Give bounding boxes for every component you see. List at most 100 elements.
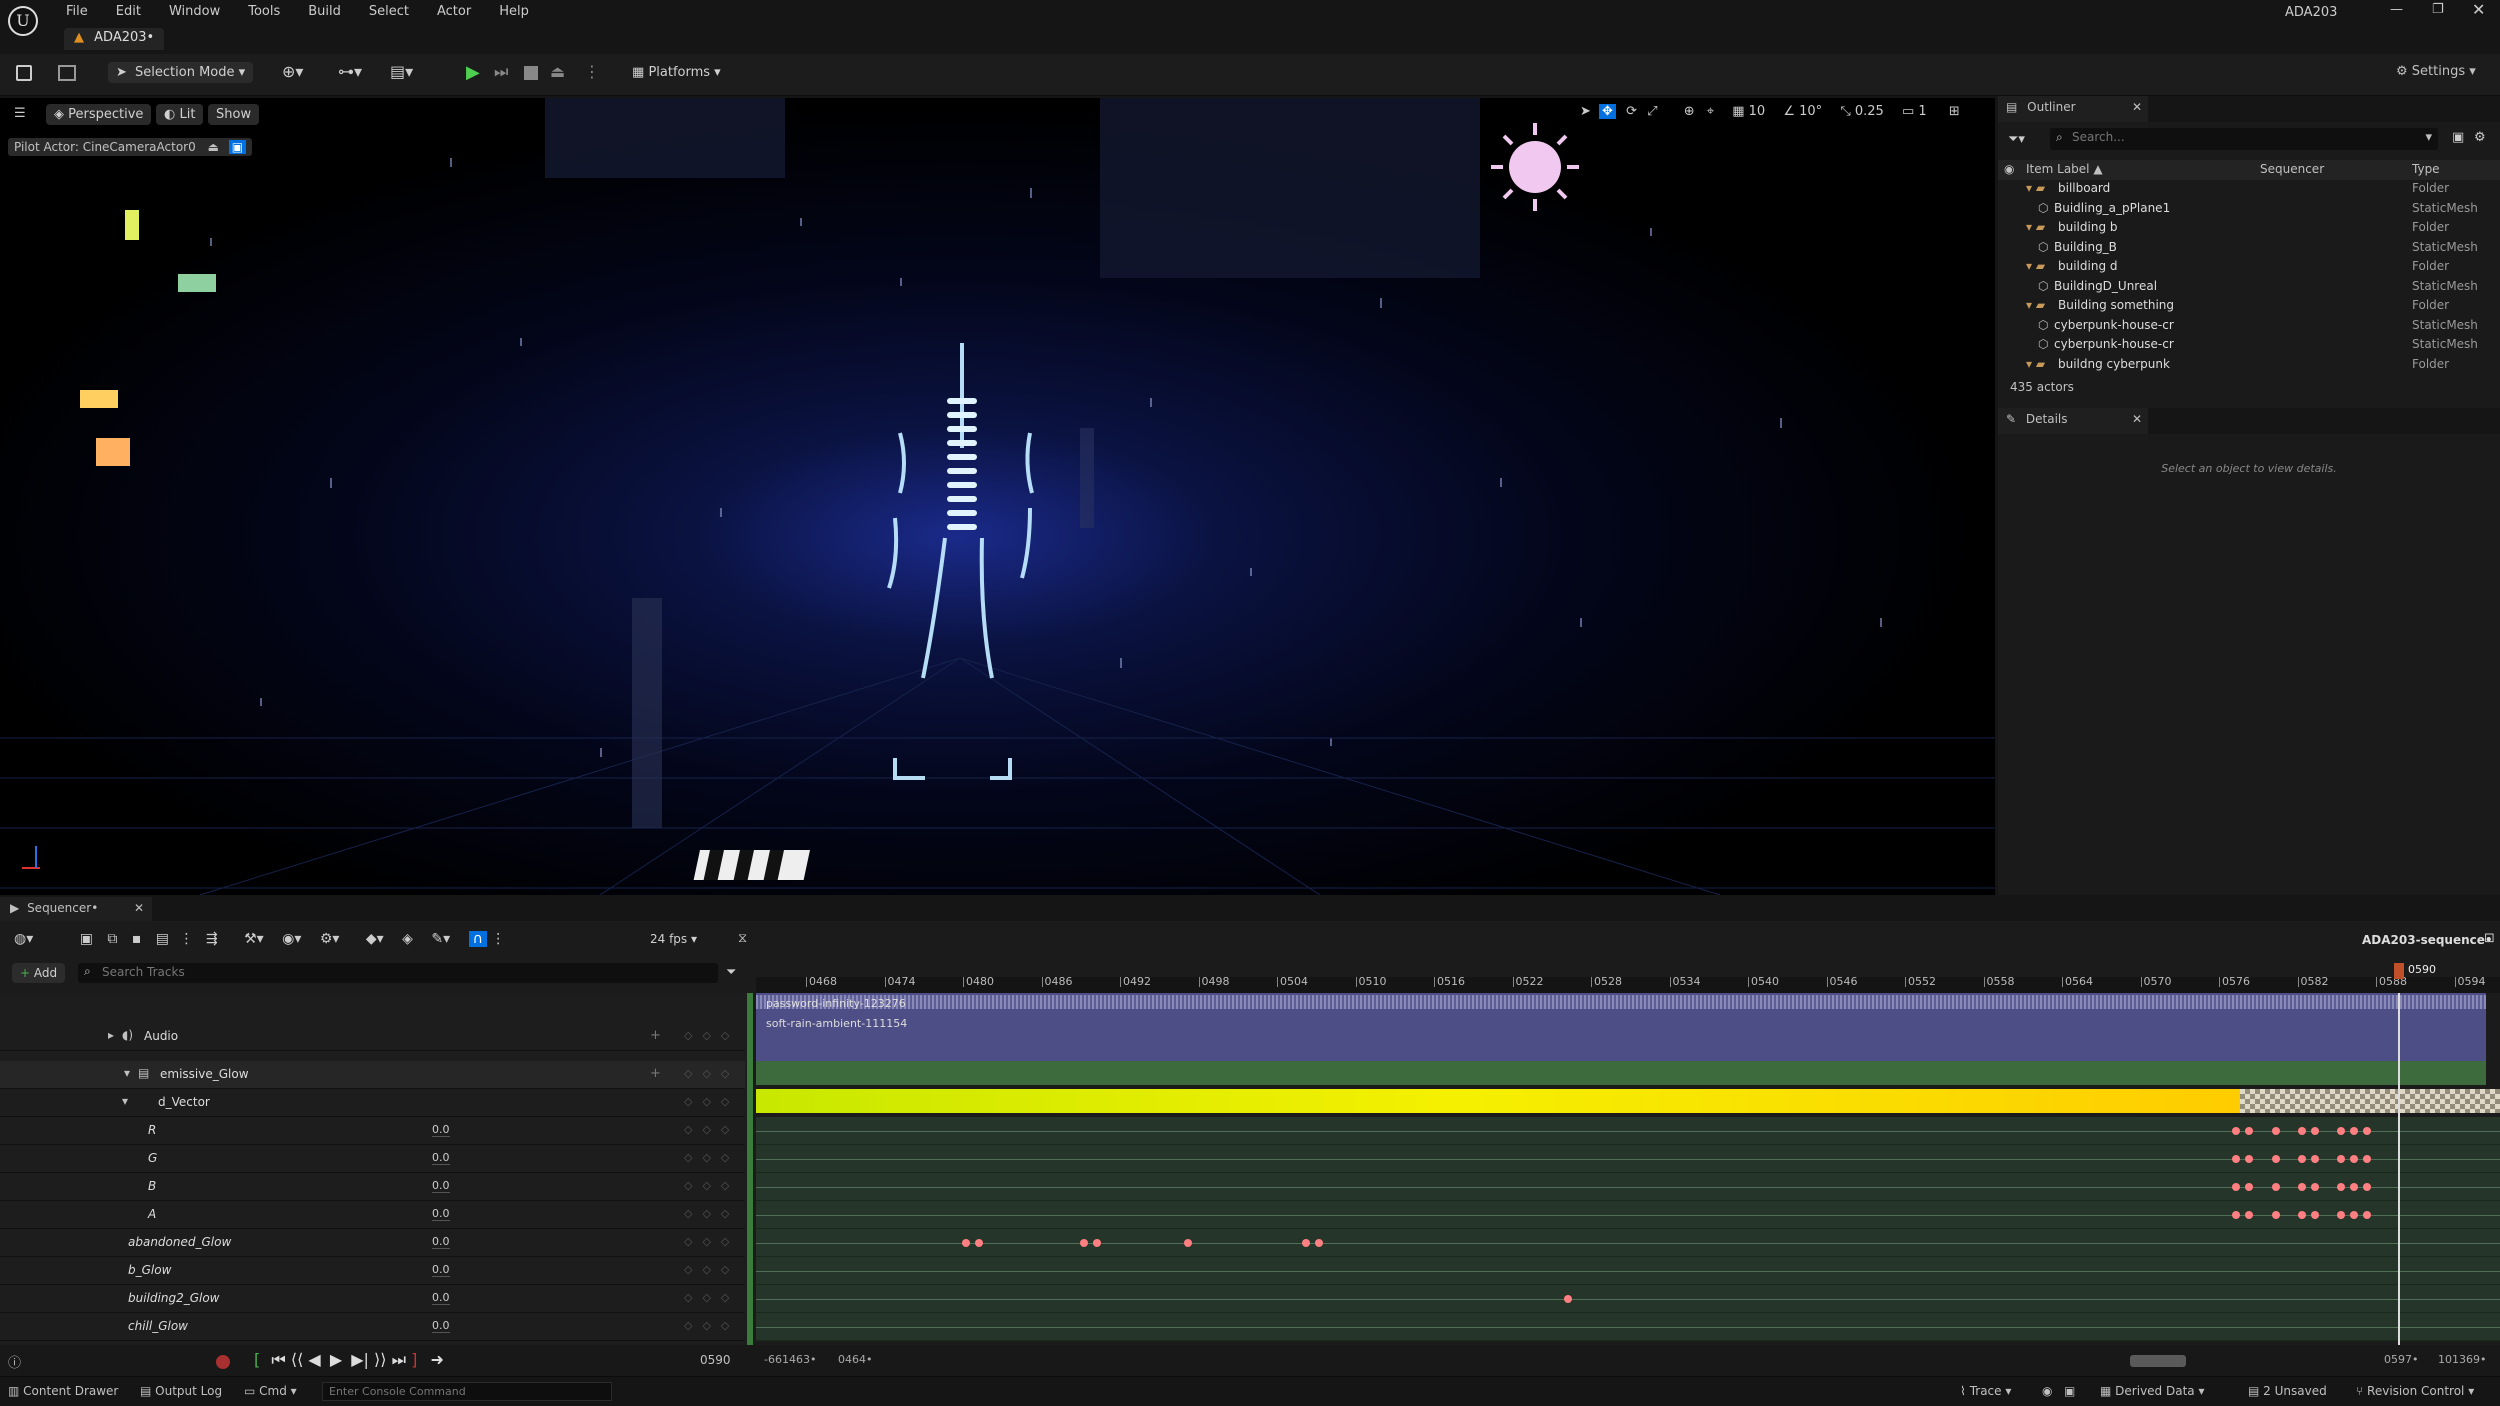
close-icon[interactable]: ✕ (2132, 100, 2142, 114)
magnet-options-icon[interactable]: ⋮ (491, 931, 505, 947)
prev-key-icon[interactable]: ⟨⟨ (291, 1350, 303, 1369)
key-lane[interactable] (756, 1229, 2500, 1257)
key-lane[interactable] (756, 1313, 2500, 1341)
keyframe[interactable] (1092, 1239, 1101, 1247)
keyframe-nav-icons[interactable]: ◇◇◇ (684, 1123, 739, 1136)
track-row[interactable]: emissive_Glow ▾ ▤ + ◇◇◇ (0, 1061, 745, 1089)
keyframe-nav-icons[interactable]: ◇◇◇ (684, 1235, 739, 1248)
range-end-field[interactable]: 101369• (2438, 1353, 2486, 1366)
visibility-icon[interactable]: ◉ (2004, 162, 2014, 176)
copy-icon[interactable]: ⧉ (107, 931, 117, 947)
range-in-field[interactable]: 0464• (838, 1353, 872, 1366)
outliner-row[interactable]: ▾ ▰ billboard Folder (1998, 180, 2498, 199)
track-value[interactable]: 0.0 (432, 1235, 450, 1249)
keyframe[interactable] (2350, 1155, 2359, 1163)
keyframe[interactable] (2363, 1183, 2372, 1191)
record-status-icon[interactable]: ◉ (2042, 1384, 2052, 1398)
keyframe[interactable] (1315, 1239, 1324, 1247)
keyframe-nav-icons[interactable]: ◇◇◇ (684, 1319, 739, 1332)
camera-lock-icon[interactable]: ▣ (228, 140, 247, 154)
expand-arrow-icon[interactable]: ▸ (108, 1028, 114, 1042)
rotation-snap-icon[interactable]: ∠ (1783, 104, 1795, 119)
keyframe[interactable] (2350, 1127, 2359, 1135)
lock-icon[interactable]: ⊡ (2484, 931, 2495, 946)
keyframe[interactable] (2350, 1211, 2359, 1219)
menu-help[interactable]: Help (499, 4, 529, 19)
loop-icon[interactable]: ➜ (430, 1350, 443, 1369)
lit-button[interactable]: ◐ Lit (156, 104, 204, 125)
track-value[interactable]: 0.0 (432, 1207, 450, 1221)
eject-icon[interactable]: ⏏ (550, 62, 565, 81)
derived-data-button[interactable]: ▦ Derived Data ▾ (2100, 1384, 2204, 1398)
keyframe-nav-icons[interactable]: ◇◇◇ (684, 1291, 739, 1304)
expand-arrow-icon[interactable]: ▾ (124, 1066, 130, 1080)
keyframe[interactable] (2245, 1211, 2254, 1219)
key-lane[interactable] (756, 1285, 2500, 1313)
scale-tool-icon[interactable]: ⤢ (1647, 104, 1657, 119)
track-row[interactable]: d_Vector ▾ ◇◇◇ (0, 1089, 745, 1117)
keyframe[interactable] (1302, 1239, 1311, 1247)
keyframe[interactable] (2310, 1183, 2319, 1191)
level-viewport[interactable]: ☰ ◈ Perspective ◐ Lit Show Pilot Actor: … (0, 98, 1995, 895)
keyframe[interactable] (2271, 1155, 2280, 1163)
key-lane[interactable] (756, 1145, 2500, 1173)
outliner-row[interactable]: ⬡ cyberpunk-house-cr StaticMesh (1998, 317, 2498, 336)
outliner-row[interactable]: ⬡ Buidling_a_pPlane1 StaticMesh (1998, 200, 2498, 219)
keyframe[interactable] (2232, 1127, 2241, 1135)
save-icon[interactable] (16, 65, 32, 81)
maximize-button[interactable]: ❐ (2432, 2, 2444, 17)
camera-speed-icon[interactable]: ▭ (1902, 104, 1914, 119)
keyframe[interactable] (1079, 1239, 1088, 1247)
keyframe-nav-icons[interactable]: ◇◇◇ (684, 1151, 739, 1164)
keyframe[interactable] (2310, 1155, 2319, 1163)
outliner-row[interactable]: ⬡ cyberpunk-house-cr StaticMesh (1998, 336, 2498, 355)
expand-arrow-icon[interactable]: ▾ (122, 1094, 128, 1108)
outliner-row[interactable]: ▾ ▰ buildng cyberpunk Folder (1998, 356, 2498, 373)
track-value[interactable]: 0.0 (432, 1291, 450, 1305)
set-start-icon[interactable]: [ (254, 1350, 260, 1369)
track-value[interactable]: 0.0 (432, 1123, 450, 1137)
keyframe-nav-icons[interactable]: ◇◇◇ (684, 1029, 739, 1042)
keyframe[interactable] (1564, 1295, 1573, 1303)
keyframe[interactable] (2297, 1211, 2306, 1219)
outliner-row[interactable]: ▾ ▰ building d Folder (1998, 258, 2498, 277)
keyframe[interactable] (2350, 1183, 2359, 1191)
outliner-row[interactable]: ⬡ BuildingD_Unreal StaticMesh (1998, 278, 2498, 297)
play-button[interactable]: ▶ (466, 62, 480, 83)
close-window-button[interactable]: ✕ (2472, 0, 2485, 19)
time-ruler[interactable]: 0468 0474 0480 0486 0492 0498 0504 0510 0516 0522… (756, 975, 2500, 993)
step-icon[interactable]: ⏭ (494, 62, 508, 82)
camera-speed-value[interactable]: 1 (1918, 104, 1926, 119)
viewport-options-button[interactable]: ☰ (14, 106, 26, 121)
surface-snap-icon[interactable]: ⌖ (1707, 104, 1714, 119)
world-icon[interactable]: ◍▾ (14, 931, 33, 947)
track-row[interactable]: building2_Glow 0.0 ◇◇◇ (0, 1285, 745, 1313)
show-button[interactable]: Show (208, 104, 260, 125)
keyframe[interactable] (2337, 1155, 2346, 1163)
eye-icon[interactable]: ◉▾ (282, 931, 301, 947)
fps-dropdown[interactable]: 24 fps ▾ (642, 929, 705, 949)
wrench-icon[interactable]: ⚒▾ (244, 931, 264, 947)
jump-start-icon[interactable]: ⏮ (271, 1350, 285, 1369)
output-log-button[interactable]: ▤ Output Log (140, 1384, 222, 1398)
world-space-icon[interactable]: ⊕ (1684, 104, 1695, 119)
console-input[interactable] (322, 1382, 612, 1401)
track-row[interactable]: B 0.0 ◇◇◇ (0, 1173, 745, 1201)
menu-select[interactable]: Select (369, 4, 409, 19)
tab-details[interactable]: ✎ Details ✕ (1998, 408, 2148, 434)
outliner-settings-icon[interactable]: ⚙ (2474, 130, 2486, 145)
more-options-icon[interactable]: ⋮ (584, 62, 600, 81)
key-lane[interactable] (756, 1117, 2500, 1145)
unsaved-button[interactable]: ▤ 2 Unsaved (2248, 1384, 2327, 1398)
chevron-down-icon[interactable]: ▾ (2425, 130, 2432, 145)
scale-snap-icon[interactable]: ⤡ (1840, 104, 1850, 119)
current-frame-field[interactable]: 0590 (700, 1353, 731, 1367)
timeline-scrollbar[interactable] (2130, 1355, 2186, 1367)
trace-button[interactable]: ⌇ Trace ▾ (1960, 1384, 2011, 1398)
track-search-input[interactable] (102, 965, 702, 979)
jump-end-icon[interactable]: ⏭ (392, 1350, 406, 1369)
save-seq-icon[interactable]: ▣ (80, 931, 93, 947)
keyframe[interactable] (2363, 1127, 2372, 1135)
keyframe-nav-icons[interactable]: ◇◇◇ (684, 1095, 739, 1108)
rotation-snap-value[interactable]: 10° (1799, 104, 1822, 119)
